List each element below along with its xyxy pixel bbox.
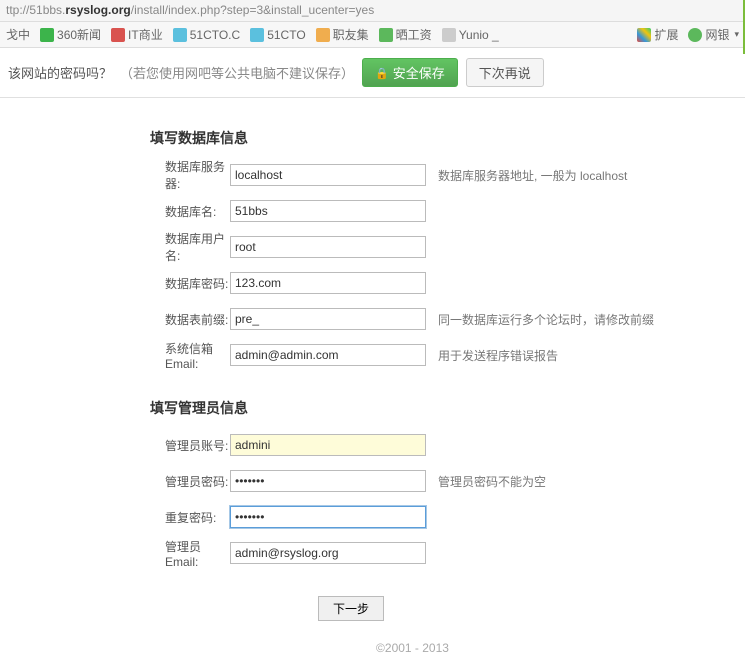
admin-pass-label: 管理员密码: xyxy=(80,473,230,490)
bookmark-item-4[interactable]: 51CTO xyxy=(250,28,305,42)
password-save-bar: 该网站的密码吗？ （若您使用网吧等公共电脑不建议保存） 安全保存 下次再说 xyxy=(0,48,745,98)
row-db-pass: 数据库密码: xyxy=(80,270,745,296)
infobar-hint: （若您使用网吧等公共电脑不建议保存） xyxy=(120,63,354,82)
url-domain: rsyslog.org xyxy=(65,3,130,17)
extension-icon xyxy=(637,28,651,42)
row-db-prefix: 数据表前缀: 同一数据库运行多个论坛时，请修改前缀 xyxy=(80,306,745,332)
bookmark-label: 51CTO.C xyxy=(190,28,240,42)
row-admin-pass: 管理员密码: 管理员密码不能为空 xyxy=(80,468,745,494)
bookmark-label: 职友集 xyxy=(333,26,369,43)
bookmark-icon xyxy=(442,28,456,42)
admin-user-input[interactable] xyxy=(230,434,426,456)
row-sys-email: 系统信箱 Email: 用于发送程序错误报告 xyxy=(80,342,745,368)
wangyin-button[interactable]: 网银 ▾ xyxy=(688,26,739,43)
admin-pass2-label: 重复密码: xyxy=(80,509,230,526)
bookmark-item-2[interactable]: IT商业 xyxy=(111,26,163,43)
row-admin-user: 管理员账号: xyxy=(80,432,745,458)
bookmark-item-1[interactable]: 360新闻 xyxy=(40,26,101,43)
bookmark-icon xyxy=(316,28,330,42)
db-section-title: 填写数据库信息 xyxy=(80,118,745,162)
bookmark-item-7[interactable]: Yunio _ xyxy=(442,28,499,42)
url-path: /install/index.php?step=3&install_ucente… xyxy=(131,3,375,17)
bookmark-icon xyxy=(379,28,393,42)
db-server-desc: 数据库服务器地址, 一般为 localhost xyxy=(438,167,627,184)
next-step-button[interactable]: 下一步 xyxy=(318,596,384,621)
save-password-button[interactable]: 安全保存 xyxy=(362,58,458,87)
install-form: 填写数据库信息 数据库服务器: 数据库服务器地址, 一般为 localhost … xyxy=(0,98,745,665)
shield-icon xyxy=(688,28,702,42)
sys-email-desc: 用于发送程序错误报告 xyxy=(438,347,558,364)
footer-copyright: ©2001 - 2013 xyxy=(80,641,745,655)
save-label: 安全保存 xyxy=(393,63,445,82)
bookmark-label: 晒工资 xyxy=(396,26,432,43)
bookmark-icon xyxy=(40,28,54,42)
db-name-label: 数据库名: xyxy=(80,203,230,220)
bookmark-item-0[interactable]: 戈中 xyxy=(6,26,30,43)
db-name-input[interactable] xyxy=(230,200,426,222)
row-db-server: 数据库服务器: 数据库服务器地址, 一般为 localhost xyxy=(80,162,745,188)
bookmark-label: 戈中 xyxy=(6,26,30,43)
db-server-input[interactable] xyxy=(230,164,426,186)
bookmark-label: 360新闻 xyxy=(57,26,101,43)
db-prefix-label: 数据表前缀: xyxy=(80,311,230,328)
db-user-label: 数据库用户名: xyxy=(80,230,230,264)
bookmark-bar: 戈中 360新闻 IT商业 51CTO.C 51CTO 职友集 晒工资 Yuni… xyxy=(0,22,745,48)
bookmark-icon xyxy=(173,28,187,42)
chevron-down-icon: ▾ xyxy=(734,29,739,40)
admin-pass2-input[interactable] xyxy=(230,506,426,528)
lock-icon xyxy=(375,65,389,80)
url-prefix: ttp://51bbs. xyxy=(6,3,65,17)
bookmark-label: Yunio _ xyxy=(459,28,499,42)
later-button[interactable]: 下次再说 xyxy=(466,58,544,87)
sys-email-input[interactable] xyxy=(230,344,426,366)
db-prefix-input[interactable] xyxy=(230,308,426,330)
row-db-name: 数据库名: xyxy=(80,198,745,224)
db-prefix-desc: 同一数据库运行多个论坛时，请修改前缀 xyxy=(438,311,654,328)
infobar-question: 该网站的密码吗？ xyxy=(8,63,112,82)
bookmark-icon xyxy=(250,28,264,42)
admin-pass-input[interactable] xyxy=(230,470,426,492)
admin-pass-desc: 管理员密码不能为空 xyxy=(438,473,546,490)
bookmark-item-3[interactable]: 51CTO.C xyxy=(173,28,240,42)
bookmark-item-5[interactable]: 职友集 xyxy=(316,26,369,43)
row-admin-pass2: 重复密码: xyxy=(80,504,745,530)
admin-email-input[interactable] xyxy=(230,542,426,564)
admin-user-label: 管理员账号: xyxy=(80,437,230,454)
bookmark-item-6[interactable]: 晒工资 xyxy=(379,26,432,43)
bookmark-icon xyxy=(111,28,125,42)
row-db-user: 数据库用户名: xyxy=(80,234,745,260)
db-pass-label: 数据库密码: xyxy=(80,275,230,292)
db-server-label: 数据库服务器: xyxy=(80,158,230,192)
admin-email-label: 管理员 Email: xyxy=(80,538,230,569)
wangyin-label: 网银 xyxy=(705,26,729,43)
address-bar[interactable]: ttp://51bbs.rsyslog.org/install/index.ph… xyxy=(0,0,745,22)
extensions-label: 扩展 xyxy=(654,26,678,43)
sys-email-label: 系统信箱 Email: xyxy=(80,340,230,371)
bookmark-label: IT商业 xyxy=(128,26,163,43)
row-admin-email: 管理员 Email: xyxy=(80,540,745,566)
extensions-button[interactable]: 扩展 xyxy=(637,26,678,43)
admin-section-title: 填写管理员信息 xyxy=(80,378,745,432)
db-user-input[interactable] xyxy=(230,236,426,258)
bookmark-label: 51CTO xyxy=(267,28,305,42)
db-pass-input[interactable] xyxy=(230,272,426,294)
